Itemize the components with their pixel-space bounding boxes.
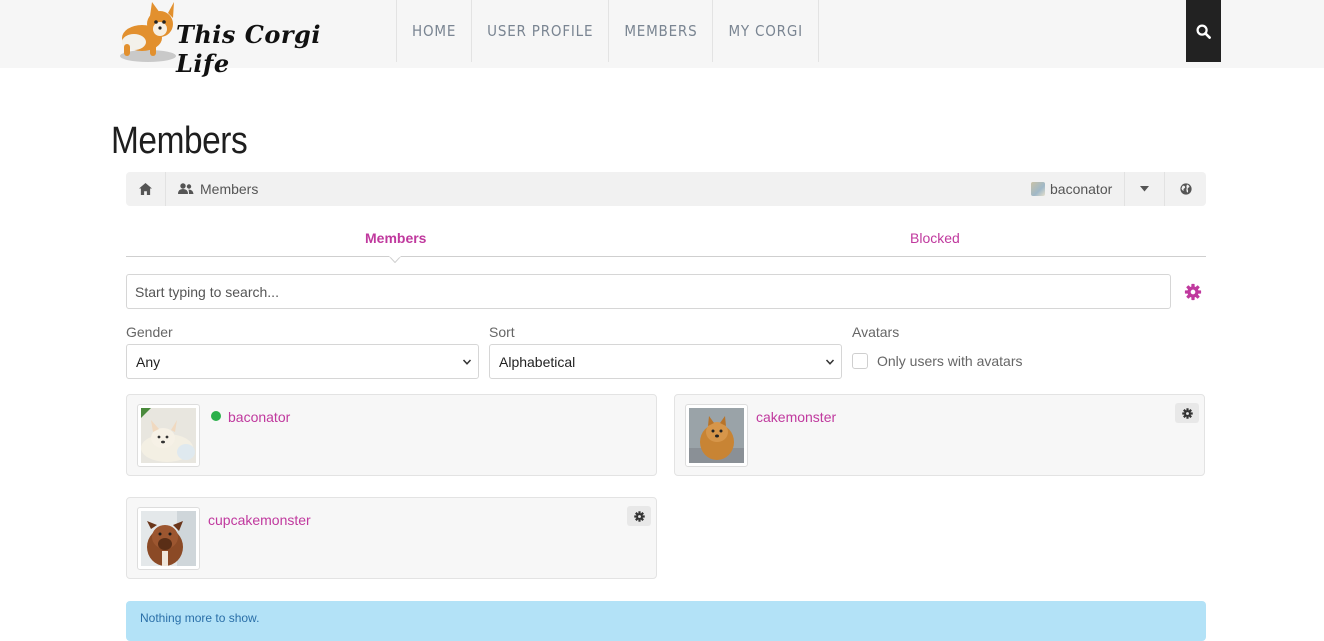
member-name-link[interactable]: cupcakemonster [208, 512, 311, 528]
search-settings-gear-icon[interactable] [1184, 283, 1202, 301]
logo-text: This Corgi Life [176, 20, 321, 78]
avatars-checkbox-label: Only users with avatars [877, 353, 1023, 369]
member-name-link[interactable]: baconator [228, 409, 290, 425]
sort-select[interactable]: Alphabetical [489, 344, 842, 379]
member-avatar[interactable] [137, 507, 200, 570]
breadcrumb-members: Members [178, 172, 258, 206]
end-of-list-text: Nothing more to show. [140, 611, 260, 625]
nav-members[interactable]: MEMBERS [608, 0, 712, 62]
user-menu-dropdown[interactable] [1124, 172, 1165, 206]
end-of-list-notice: Nothing more to show. [126, 601, 1206, 641]
nav-my-corgi[interactable]: MY CORGI [712, 0, 819, 62]
breadcrumb-user[interactable]: baconator [1031, 172, 1122, 206]
top-navbar: This Corgi Life HOME USER PROFILE MEMBER… [0, 0, 1324, 78]
member-photo [141, 511, 196, 566]
page-title: Members [111, 120, 248, 162]
member-photo [141, 408, 196, 463]
breadcrumb-home[interactable] [126, 172, 166, 206]
gender-label: Gender [126, 324, 173, 340]
gender-select[interactable]: Any [126, 344, 479, 379]
caret-down-icon [1140, 186, 1149, 192]
globe-icon [1180, 183, 1192, 195]
member-avatar[interactable] [685, 404, 748, 467]
nav-home[interactable]: HOME [396, 0, 471, 62]
member-options-button[interactable] [627, 506, 651, 526]
user-avatar-small [1031, 182, 1045, 196]
member-options-button[interactable] [1175, 403, 1199, 423]
gender-select-value: Any [136, 353, 161, 370]
active-tab-pointer-icon [389, 256, 401, 263]
gear-icon [1181, 407, 1193, 419]
breadcrumb: Members baconator [126, 172, 1206, 206]
chevron-down-icon [825, 359, 835, 365]
breadcrumb-username: baconator [1050, 181, 1113, 197]
avatars-checkbox-box[interactable] [852, 353, 868, 369]
sort-select-value: Alphabetical [499, 353, 576, 370]
home-icon [139, 183, 152, 195]
avatars-only-checkbox[interactable]: Only users with avatars [852, 353, 1023, 369]
chevron-down-icon [462, 359, 472, 365]
online-status-indicator [211, 411, 221, 421]
search-icon [1196, 23, 1211, 39]
language-button[interactable] [1166, 172, 1206, 206]
member-card: cupcakemonster [126, 497, 657, 579]
nav-user-profile[interactable]: USER PROFILE [471, 0, 608, 62]
member-search-input[interactable] [126, 274, 1171, 309]
tab-blocked[interactable]: Blocked [910, 230, 960, 246]
breadcrumb-current: Members [200, 181, 259, 197]
users-icon [178, 183, 194, 194]
gear-icon [633, 510, 645, 522]
member-card: baconator [126, 394, 657, 476]
member-avatar[interactable] [137, 404, 200, 467]
tab-members[interactable]: Members [365, 230, 426, 246]
member-card: cakemonster [674, 394, 1205, 476]
header-search-button[interactable] [1186, 0, 1221, 62]
main-nav: HOME USER PROFILE MEMBERS MY CORGI [396, 0, 819, 62]
member-tabs: Members Blocked [126, 222, 1206, 263]
sort-label: Sort [489, 324, 515, 340]
corgi-logo-icon [120, 2, 176, 62]
site-logo[interactable]: This Corgi Life [116, 0, 346, 78]
member-photo [689, 408, 744, 463]
avatars-label: Avatars [852, 324, 900, 340]
member-name-link[interactable]: cakemonster [756, 409, 836, 425]
